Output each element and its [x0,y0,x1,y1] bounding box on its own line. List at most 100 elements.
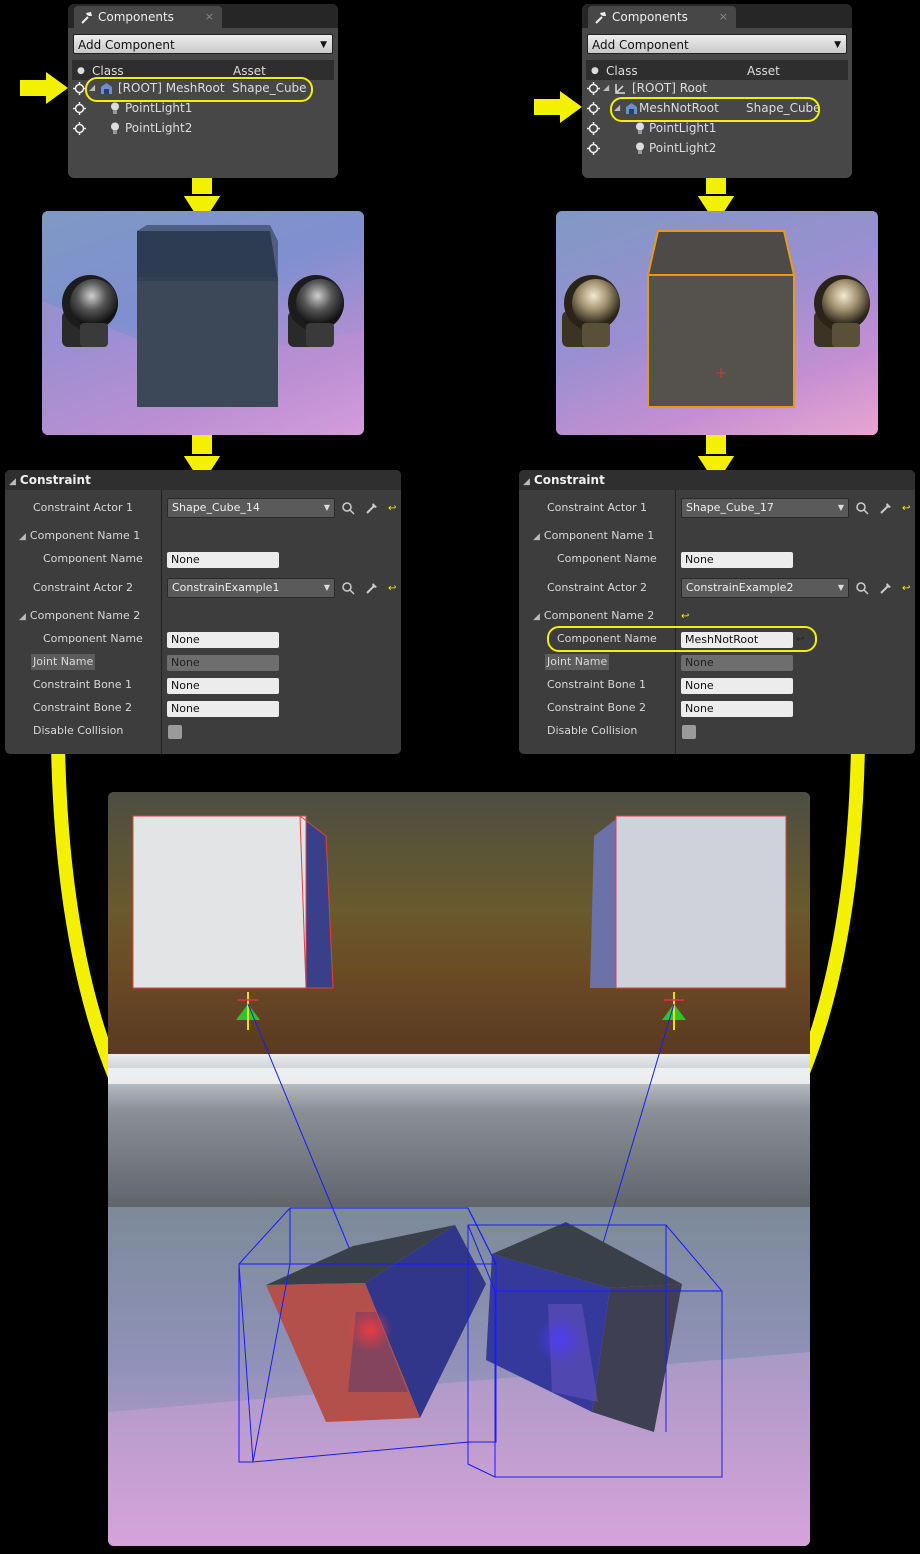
component-name1-group[interactable]: ◢ Component Name 1 [533,528,654,544]
joint-name-input: None [681,655,793,671]
add-component-button[interactable]: Add Component ▼ [587,34,847,54]
light-bulb-icon [636,122,644,134]
collapse-triangle-icon[interactable]: ◢ [533,529,540,545]
collapse-triangle-icon[interactable]: ◢ [523,472,530,492]
eyedropper-icon[interactable] [879,581,893,595]
viewport-preview-right [556,211,878,435]
tree-label: [ROOT] Root [632,81,707,95]
constraint-bone1-label: Constraint Bone 1 [547,678,647,691]
add-component-label: Add Component [592,38,689,52]
reset-arrow-icon[interactable]: ↩ [681,611,689,622]
constraint-bone1-input[interactable]: None [681,678,793,694]
move-handle-icon[interactable] [587,102,600,115]
reset-arrow-icon[interactable]: ↩ [902,503,910,514]
anchor-cube-left [132,814,334,989]
viewport-preview-left [42,211,364,435]
scene-root-icon [615,84,625,94]
close-icon[interactable]: × [719,6,728,28]
light-bulb-icon [111,122,119,134]
component-name1-group[interactable]: ◢ Component Name 1 [19,528,140,544]
light-bulb-icon [636,142,644,154]
constraint-header[interactable]: ◢ Constraint [5,470,401,490]
chevron-down-icon: ▼ [323,503,330,512]
constraint-bone2-input[interactable]: None [681,701,793,717]
reset-arrow-icon[interactable]: ↩ [388,503,396,514]
light-bulb-icon [814,275,870,347]
chevron-down-icon: ▼ [323,583,330,592]
eyedropper-icon[interactable] [365,501,379,515]
collapse-triangle-icon[interactable]: ◢ [9,472,16,492]
reset-arrow-icon[interactable]: ↩ [388,583,396,594]
joint-name-label: Joint Name [31,654,96,670]
hammer-icon [81,12,92,24]
constraint-actor2-combo[interactable]: ConstrainExample1 ▼ [167,578,335,598]
scene-render [108,792,810,1546]
search-icon[interactable] [341,501,355,515]
constraint-actor1-label: Constraint Actor 1 [33,501,133,514]
tree-header: ● Class Asset [586,60,848,80]
collapse-triangle-icon[interactable]: ◢ [19,529,26,545]
pointer-arrow-right [534,91,582,123]
constraint-actor1-combo[interactable]: Shape_Cube_17 ▼ [681,498,849,518]
joint-name-input: None [167,655,279,671]
tree-row-pointlight2[interactable]: PointLight2 [582,138,852,158]
collapse-triangle-icon[interactable]: ◢ [533,609,540,625]
highlight-ring [85,77,313,102]
scene-preview [562,230,870,408]
component-name2-group[interactable]: ◢ Component Name 2 [19,608,140,624]
constraint-bone1-input[interactable]: None [167,678,279,694]
combo-value: Shape_Cube_14 [172,501,260,514]
disable-collision-label: Disable Collision [547,724,638,737]
search-icon[interactable] [341,581,355,595]
combo-value: ConstrainExample2 [686,581,794,594]
move-handle-icon[interactable] [73,122,86,135]
tree-row-root[interactable]: ◢ [ROOT] Root [582,78,852,98]
tab-components[interactable]: Components × [588,6,736,28]
component-name2-input[interactable]: None [167,632,279,648]
constraint-bone2-input[interactable]: None [167,701,279,717]
eyedropper-icon[interactable] [879,501,893,515]
component-name1-input[interactable]: None [681,552,793,568]
add-component-button[interactable]: Add Component ▼ [73,34,333,54]
tree-label: PointLight2 [125,121,193,135]
move-handle-icon[interactable] [587,142,600,155]
anchor-cube-right [590,815,787,989]
tab-components[interactable]: Components × [74,6,222,28]
highlight-ring [610,97,820,122]
constraint-actor2-label: Constraint Actor 2 [33,581,133,594]
move-handle-icon[interactable] [73,102,86,115]
tab-title: Components [98,10,174,24]
component-name1-input[interactable]: None [167,552,279,568]
disable-collision-checkbox[interactable] [682,725,696,739]
collapse-triangle-icon[interactable]: ◢ [19,609,26,625]
combo-value: ConstrainExample1 [172,581,280,594]
search-icon[interactable] [855,581,869,595]
eyedropper-icon[interactable] [365,581,379,595]
constraint-header[interactable]: ◢ Constraint [519,470,915,490]
move-handle-icon[interactable] [587,82,600,95]
constraint-actor1-combo[interactable]: Shape_Cube_14 ▼ [167,498,335,518]
constraint-actor2-label: Constraint Actor 2 [547,581,647,594]
disable-collision-checkbox[interactable] [168,725,182,739]
tab-bar: Components × [582,4,852,28]
components-panel-left: Components × Add Component ▼ ● Class Asse… [68,4,338,178]
components-panel-right: Components × Add Component ▼ ● Class Asse… [582,4,852,178]
search-icon[interactable] [855,501,869,515]
move-handle-icon[interactable] [587,122,600,135]
close-icon[interactable]: × [205,6,214,28]
reset-arrow-icon[interactable]: ↩ [902,583,910,594]
main-3d-viewport[interactable] [108,792,810,1546]
cube-mesh-selected[interactable] [646,230,796,408]
light-bulb-icon [562,275,620,347]
highlight-ring [547,626,817,652]
component-name2-group[interactable]: ◢ Component Name 2 [533,608,654,624]
constraint-title: Constraint [19,473,91,487]
tree-row-pointlight2[interactable]: PointLight2 [68,118,338,138]
constraint-actor2-combo[interactable]: ConstrainExample2 ▼ [681,578,849,598]
expand-triangle-icon[interactable]: ◢ [603,78,609,98]
component-name-label: Component Name [557,552,657,565]
component-name1-label: Component Name 1 [543,529,655,542]
cube-mesh [137,225,278,407]
scene-preview [42,225,364,435]
chevron-down-icon: ▼ [837,503,844,512]
